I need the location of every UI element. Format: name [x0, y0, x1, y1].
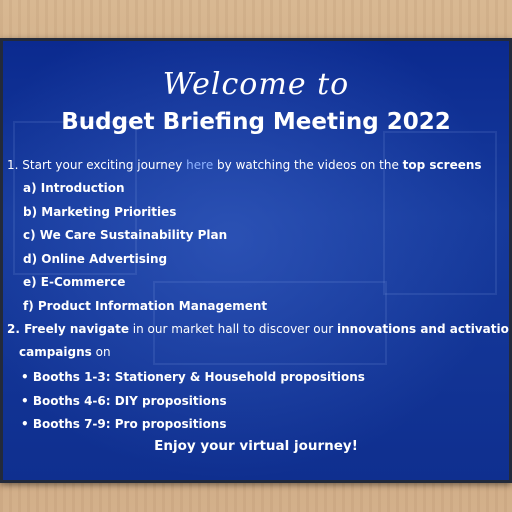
video-item-online-advertising[interactable]: d) Online Advertising: [23, 252, 167, 266]
booth-item-1-3[interactable]: • Booths 1-3: Stationery & Household pro…: [21, 370, 365, 384]
page-title: Budget Briefing Meeting 2022: [61, 109, 451, 135]
here-link[interactable]: here: [186, 158, 213, 172]
video-item-product-information-management[interactable]: f) Product Information Management: [23, 299, 267, 313]
step2-text-line2: campaigns on: [19, 345, 111, 359]
display-screen: Welcome to Budget Briefing Meeting 2022 …: [0, 38, 512, 483]
video-item-sustainability-plan[interactable]: c) We Care Sustainability Plan: [23, 228, 227, 242]
video-item-e-commerce[interactable]: e) E-Commerce: [23, 275, 125, 289]
welcome-heading: Welcome to: [162, 67, 350, 102]
booth-item-4-6[interactable]: • Booths 4-6: DIY propositions: [21, 394, 227, 408]
video-item-introduction[interactable]: a) Introduction: [23, 181, 125, 195]
booth-item-7-9[interactable]: • Booths 7-9: Pro propositions: [21, 417, 227, 431]
step1-text: 1. Start your exciting journey here by w…: [7, 158, 482, 172]
closing-message: Enjoy your virtual journey!: [154, 438, 358, 454]
step2-text: 2. Freely navigate in our market hall to…: [7, 322, 512, 336]
video-item-marketing-priorities[interactable]: b) Marketing Priorities: [23, 205, 176, 219]
